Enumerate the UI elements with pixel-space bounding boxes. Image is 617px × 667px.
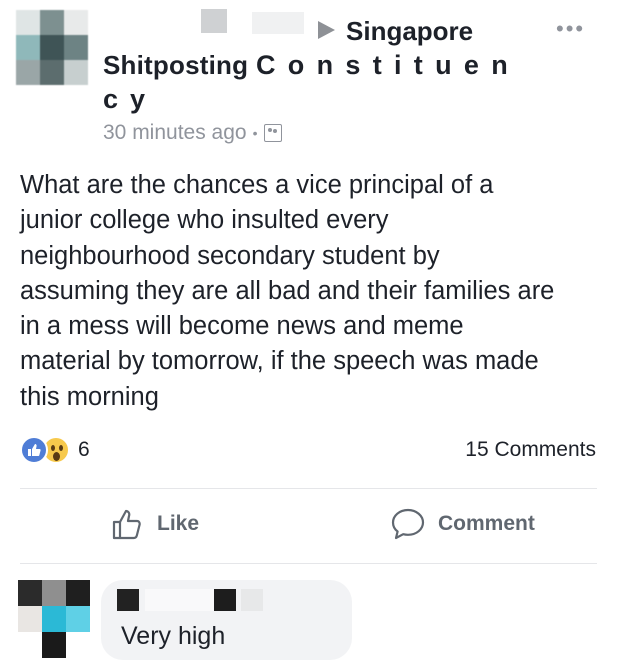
comment-button[interactable]: Comment bbox=[390, 507, 535, 541]
post-body: What are the chances a vice principal of… bbox=[20, 168, 610, 415]
timestamp[interactable]: 30 minutes ago bbox=[103, 121, 247, 145]
reaction-count: 6 bbox=[78, 438, 90, 461]
author-name-part2[interactable]: Constituen bbox=[256, 50, 520, 81]
divider bbox=[20, 488, 597, 489]
reactions-summary[interactable]: 6 bbox=[20, 436, 90, 464]
comment-label: Comment bbox=[438, 512, 535, 535]
group-name-link[interactable]: Singapore bbox=[346, 16, 473, 47]
post-line: junior college who insulted every bbox=[20, 206, 389, 235]
more-options-icon[interactable]: ••• bbox=[556, 16, 585, 42]
redacted-block bbox=[214, 589, 236, 611]
post-line: in a mess will become news and meme bbox=[20, 312, 464, 341]
posted-in-arrow-icon bbox=[318, 21, 335, 39]
author-name-part3[interactable]: cy bbox=[103, 84, 157, 115]
comment-text: Very high bbox=[121, 622, 226, 650]
like-button[interactable]: Like bbox=[111, 507, 199, 541]
like-label: Like bbox=[157, 512, 200, 535]
commenter-avatar[interactable] bbox=[18, 580, 92, 667]
post-meta: 30 minutes ago • bbox=[103, 121, 282, 145]
post-line: assuming they are all bad and their fami… bbox=[20, 276, 555, 305]
redacted-block bbox=[252, 12, 304, 34]
comments-count-link[interactable]: 15 Comments bbox=[465, 438, 596, 462]
like-reaction-icon bbox=[20, 436, 48, 464]
post-line: What are the chances a vice principal of… bbox=[20, 171, 494, 199]
divider bbox=[20, 563, 597, 564]
post-author-avatar[interactable] bbox=[16, 10, 88, 86]
post-line: neighbourhood secondary student by bbox=[20, 241, 440, 270]
thumbs-up-icon bbox=[112, 509, 141, 540]
author-name-part1[interactable]: Shitposting bbox=[103, 50, 248, 81]
redacted-block bbox=[145, 589, 215, 611]
redacted-block bbox=[241, 589, 263, 611]
meta-separator: • bbox=[252, 125, 258, 141]
post-line: material by tomorrow, if the speech was … bbox=[20, 347, 539, 376]
post-line: this morning bbox=[20, 382, 159, 411]
redacted-block bbox=[201, 9, 227, 33]
redacted-block bbox=[117, 589, 139, 611]
comment-bubble[interactable]: Very high bbox=[101, 580, 352, 660]
comment-bubble-icon bbox=[391, 508, 425, 540]
group-icon bbox=[263, 124, 282, 142]
